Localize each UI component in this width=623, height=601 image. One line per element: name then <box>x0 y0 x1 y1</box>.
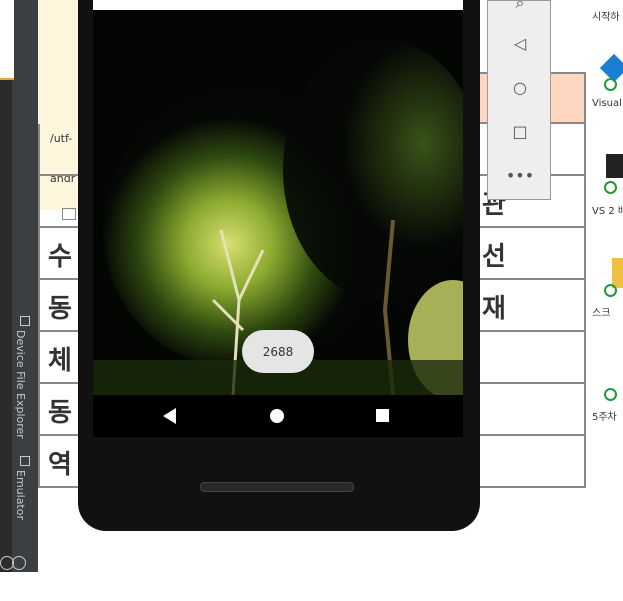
home-icon[interactable]: ○ <box>488 67 552 107</box>
recent-apps-icon[interactable] <box>376 409 389 422</box>
frown-icon[interactable] <box>12 556 26 570</box>
more-icon[interactable]: ••• <box>488 155 552 195</box>
device-file-explorer-tab[interactable]: Device File Explorer <box>14 330 27 439</box>
sync-check-icon <box>604 388 617 401</box>
ide-panel-bg <box>0 0 12 572</box>
sync-check-icon <box>604 284 617 297</box>
phone-speaker <box>200 482 354 492</box>
emulator-icon <box>20 456 30 466</box>
desktop-icon-label[interactable]: 5주차 <box>592 408 617 423</box>
device-file-explorer-icon <box>20 316 30 326</box>
back-icon[interactable]: ◁ <box>488 23 552 63</box>
home-icon[interactable] <box>270 409 284 423</box>
desktop-icon-label[interactable]: 스크 <box>592 304 610 319</box>
android-nav-bar <box>93 395 463 437</box>
emulator-tab[interactable]: Emulator <box>14 470 27 520</box>
ide-accent-line <box>0 78 14 80</box>
desktop-icon-label[interactable]: 시작하 <box>592 8 620 23</box>
ide-side-panel: Device File Explorer Emulator <box>0 0 38 572</box>
ide-editor-strip <box>0 0 14 78</box>
app-bar <box>93 0 463 10</box>
desktop-area: 시작하 Visual C VS 2 배한 스크 5주차 <box>586 0 623 601</box>
zoom-icon[interactable]: ⌕ <box>488 0 552 23</box>
folder-icon[interactable] <box>612 258 623 288</box>
desktop-icon-label[interactable]: Visual C <box>592 98 623 109</box>
console-icon[interactable] <box>606 154 623 178</box>
overview-icon[interactable]: □ <box>488 111 552 151</box>
back-icon[interactable] <box>163 408 176 424</box>
device-screen[interactable]: 2688 <box>93 0 463 395</box>
toast-message: 2688 <box>242 330 314 373</box>
sync-check-icon <box>604 78 617 91</box>
desktop-icon-label[interactable]: VS 2 배한 <box>592 202 623 217</box>
sync-check-icon <box>604 181 617 194</box>
emulator-toolbar: ⌕ ◁ ○ □ ••• <box>487 0 551 200</box>
